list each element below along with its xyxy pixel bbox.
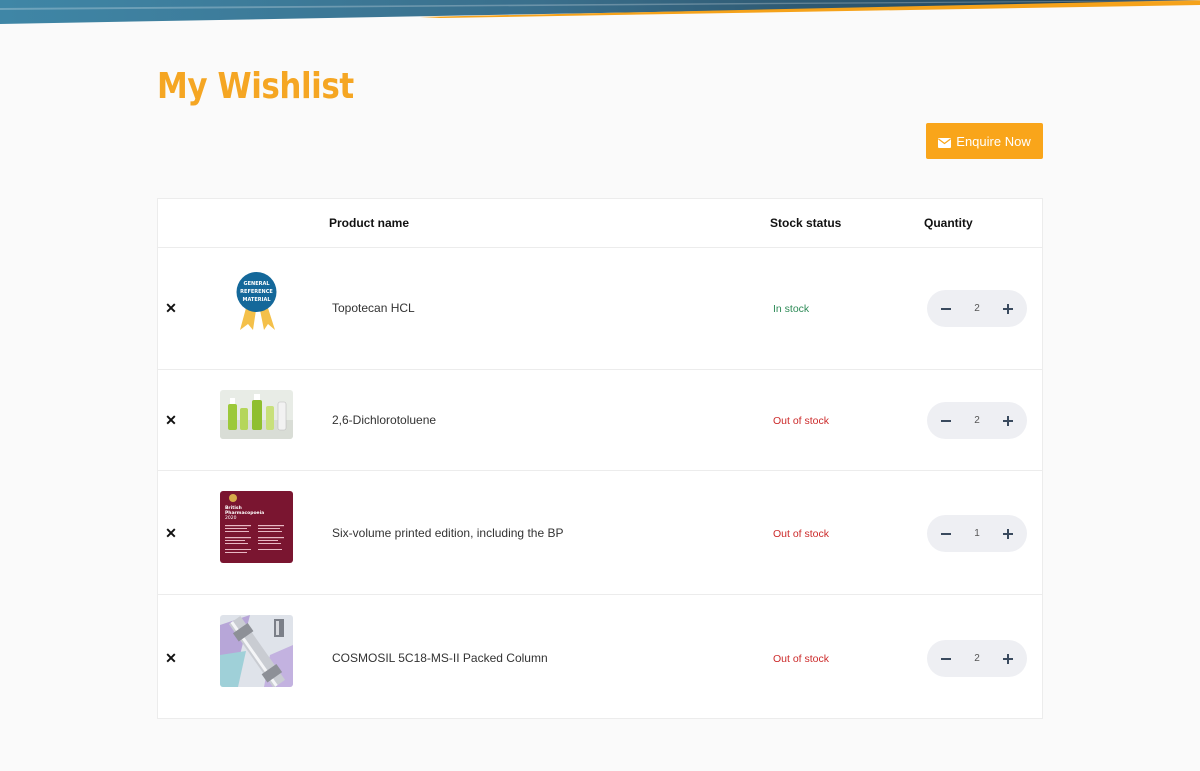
lab-bottles-photo: [220, 390, 293, 439]
remove-icon[interactable]: ✕: [165, 525, 177, 542]
table-row: ✕ 2,6-Dichlorotoluene Out of stock 2: [158, 370, 1042, 471]
envelope-icon: [938, 136, 952, 148]
hplc-column-photo: [220, 615, 293, 687]
quantity-value[interactable]: 2: [974, 653, 980, 664]
minus-icon[interactable]: [939, 302, 953, 316]
quantity-stepper: 2: [927, 402, 1027, 439]
wishlist-table: Product name Stock status Quantity ✕ GEN…: [157, 198, 1043, 719]
product-name[interactable]: 2,6-Dichlorotoluene: [332, 413, 436, 427]
quantity-value[interactable]: 1: [974, 528, 980, 539]
table-row: ✕ British Pharmacopoeia 2020 Six-volume …: [158, 471, 1042, 595]
plus-icon[interactable]: [1001, 527, 1015, 541]
table-header: Product name Stock status Quantity: [158, 199, 1042, 248]
stock-status: Out of stock: [773, 528, 830, 540]
enquire-now-label: Enquire Now: [956, 133, 1031, 149]
header-stock-status: Stock status: [770, 216, 842, 230]
remove-icon[interactable]: ✕: [165, 412, 177, 429]
product-name[interactable]: COSMOSIL 5C18-MS-II Packed Column: [332, 651, 548, 665]
cover-line-3: 2020: [225, 515, 237, 521]
badge-line-2: REFERENCE: [240, 289, 273, 295]
minus-icon[interactable]: [939, 414, 953, 428]
table-row: ✕ GENERAL REFERENCE MATERIAL Topotecan H…: [158, 248, 1042, 370]
remove-icon[interactable]: ✕: [165, 650, 177, 667]
plus-icon[interactable]: [1001, 414, 1015, 428]
quantity-stepper: 2: [927, 290, 1027, 327]
quantity-stepper: 2: [927, 640, 1027, 677]
minus-icon[interactable]: [939, 652, 953, 666]
stock-status: Out of stock: [773, 415, 830, 427]
quantity-value[interactable]: 2: [974, 303, 980, 314]
british-pharmacopoeia-cover: British Pharmacopoeia 2020: [220, 491, 293, 563]
plus-icon[interactable]: [1001, 652, 1015, 666]
product-name[interactable]: Topotecan HCL: [332, 301, 415, 315]
badge-line-1: GENERAL: [243, 281, 270, 287]
quantity-value[interactable]: 2: [974, 415, 980, 426]
quantity-stepper: 1: [927, 515, 1027, 552]
product-name[interactable]: Six-volume printed edition, including th…: [332, 526, 563, 540]
header-banner: [0, 0, 1200, 26]
enquire-now-button[interactable]: Enquire Now: [926, 123, 1043, 159]
header-quantity: Quantity: [924, 216, 973, 230]
stock-status: Out of stock: [773, 653, 830, 665]
badge-line-3: MATERIAL: [242, 297, 271, 303]
minus-icon[interactable]: [939, 527, 953, 541]
general-reference-material-badge: GENERAL REFERENCE MATERIAL: [220, 272, 293, 332]
table-row: ✕ COSMOSIL 5C18-MS-II Packed Column Out …: [158, 595, 1042, 719]
stock-status: In stock: [773, 303, 810, 315]
plus-icon[interactable]: [1001, 302, 1015, 316]
header-product-name: Product name: [329, 216, 410, 230]
page-title: My Wishlist: [157, 66, 354, 107]
remove-icon[interactable]: ✕: [165, 300, 177, 317]
